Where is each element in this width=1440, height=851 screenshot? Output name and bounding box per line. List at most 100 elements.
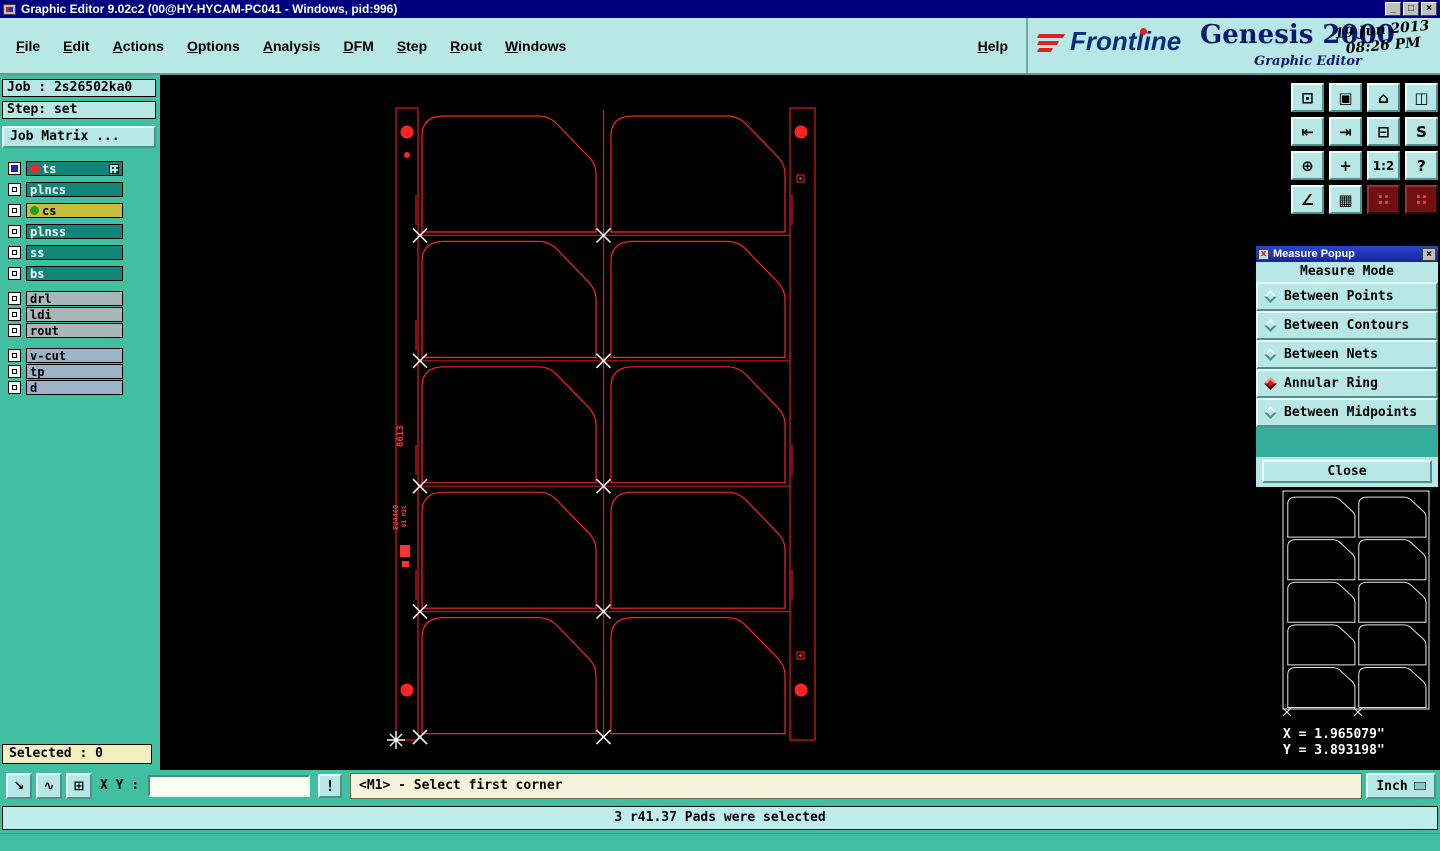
zoom-button[interactable]: ⊕ xyxy=(1291,151,1324,180)
units-menu-icon xyxy=(1413,782,1426,790)
units-button[interactable]: Inch xyxy=(1366,773,1436,799)
xy-label: X Y : xyxy=(100,778,140,793)
menu-analysis[interactable]: Analysis xyxy=(263,38,321,54)
layer-checkbox[interactable] xyxy=(8,204,21,217)
layer-row-drl[interactable]: drl xyxy=(8,291,160,306)
wave-tool-button[interactable]: ∿ xyxy=(36,773,62,799)
layer-checkbox[interactable] xyxy=(8,365,21,378)
menu-bar: File Edit Actions Options Analysis DFM S… xyxy=(0,18,1440,75)
zoom-ratio-button[interactable]: 1:2 xyxy=(1367,151,1400,180)
radio-diamond xyxy=(1264,290,1277,303)
layer-row-tp[interactable]: tp xyxy=(8,364,160,379)
bottom-strip xyxy=(0,833,1440,851)
popup-spacer xyxy=(1256,427,1438,457)
pan-right-button[interactable]: ⇥ xyxy=(1329,117,1362,146)
maximize-button[interactable]: □ xyxy=(1403,2,1419,16)
layer-row-ss[interactable]: ss xyxy=(8,245,160,260)
measure-popup-close-button[interactable]: Close xyxy=(1262,460,1432,483)
menu-step[interactable]: Step xyxy=(397,38,427,54)
editor-canvas[interactable]: 8613 EU4460 DI MIC xyxy=(160,75,1285,770)
layer-checkbox[interactable] xyxy=(8,308,21,321)
menu-rout[interactable]: Rout xyxy=(450,38,482,54)
measure-tool-button[interactable]: ∠ xyxy=(1291,185,1324,214)
help-tool-button[interactable]: ? xyxy=(1405,151,1438,180)
snap-button[interactable]: S xyxy=(1405,117,1438,146)
radio-diamond xyxy=(1264,348,1277,361)
layer-checkbox[interactable] xyxy=(8,324,21,337)
menu-windows[interactable]: Windows xyxy=(505,38,566,54)
layer-name: drl xyxy=(30,291,52,306)
layer-checkbox[interactable] xyxy=(8,183,21,196)
minimize-button[interactable]: _ xyxy=(1385,2,1401,16)
menu-edit[interactable]: Edit xyxy=(63,38,89,54)
tile-windows-button[interactable]: ◫ xyxy=(1405,83,1438,112)
layer-row-plnss[interactable]: plnss xyxy=(8,224,160,239)
select-mode-button[interactable]: ∷ xyxy=(1405,185,1438,214)
job-name: Job : 2s26502ka0 xyxy=(2,79,156,97)
date-time: 19 Jun 2013 08:26 PM xyxy=(1334,18,1432,58)
xy-coordinate-input[interactable] xyxy=(148,775,310,797)
menu-options[interactable]: Options xyxy=(187,38,240,54)
option-between-midpoints[interactable]: Between Midpoints xyxy=(1256,398,1438,427)
units-label: Inch xyxy=(1376,778,1408,794)
alert-button[interactable]: ! xyxy=(318,774,342,798)
layer-row-bs[interactable]: bs xyxy=(8,266,160,281)
layer-name: ldi xyxy=(30,307,52,322)
menu-file[interactable]: File xyxy=(16,38,40,54)
clipboard-button[interactable]: ⊟ xyxy=(1367,117,1400,146)
pan-view-button[interactable]: + xyxy=(1329,151,1362,180)
layer-row-plncs[interactable]: plncs xyxy=(8,182,160,197)
radio-diamond xyxy=(1264,406,1277,419)
command-prompt: <M1> - Select first corner xyxy=(350,773,1362,799)
step-name: Step: set xyxy=(2,101,156,119)
option-between-contours[interactable]: Between Contours xyxy=(1256,311,1438,340)
overview-drawing xyxy=(1282,490,1430,717)
layer-name: rout xyxy=(30,323,59,338)
layer-checkbox[interactable] xyxy=(8,292,21,305)
close-button[interactable]: × xyxy=(1421,2,1437,16)
menu-dfm[interactable]: DFM xyxy=(343,38,373,54)
measure-popup-icon: x xyxy=(1258,248,1269,260)
layer-row-ldi[interactable]: ldi xyxy=(8,307,160,322)
layer-checkbox[interactable] xyxy=(8,225,21,238)
measure-popup-titlebar[interactable]: x Measure Popup × xyxy=(1256,246,1438,262)
layer-checkbox[interactable] xyxy=(8,381,21,394)
measure-mode-header: Measure Mode xyxy=(1300,264,1394,279)
layer-row-vcut[interactable]: v-cut xyxy=(8,348,160,363)
svg-text:EU4460: EU4460 xyxy=(392,505,400,530)
radio-diamond xyxy=(1264,319,1277,332)
layer-row-d[interactable]: d xyxy=(8,380,160,395)
screen-view-button[interactable]: ▣ xyxy=(1329,83,1362,112)
pan-left-button[interactable]: ⇤ xyxy=(1291,117,1324,146)
option-between-points[interactable]: Between Points xyxy=(1256,282,1438,311)
layer-checkbox[interactable] xyxy=(8,162,21,175)
measure-popup-title: Measure Popup xyxy=(1273,248,1355,260)
job-matrix-button[interactable]: Job Matrix ... xyxy=(2,126,156,148)
layer-row-ts[interactable]: ts xyxy=(8,161,160,176)
new-window-button[interactable]: ⊡ xyxy=(1291,83,1324,112)
grid-toggle-button[interactable]: ▦ xyxy=(1329,185,1362,214)
layer-checkbox[interactable] xyxy=(8,246,21,259)
panel-overview[interactable]: X = 1.965079" Y = 3.893198" xyxy=(1277,487,1440,769)
grid-snap-button[interactable]: ⊞ xyxy=(66,773,92,799)
layer-name: v-cut xyxy=(30,348,67,363)
option-between-nets[interactable]: Between Nets xyxy=(1256,340,1438,369)
layer-row-rout[interactable]: rout xyxy=(8,323,160,338)
menu-actions[interactable]: Actions xyxy=(113,38,164,54)
layer-name: bs xyxy=(30,266,45,281)
layer-context-button[interactable] xyxy=(109,163,119,174)
measure-popup-close-icon[interactable]: × xyxy=(1422,247,1436,261)
menu-help[interactable]: Help xyxy=(978,38,1008,54)
layer-checkbox[interactable] xyxy=(8,349,21,362)
layer-row-cs[interactable]: cs xyxy=(8,203,160,218)
layer-sidebar: Job : 2s26502ka0 Step: set Job Matrix ..… xyxy=(0,75,160,770)
grid-snap-icon: ⊞ xyxy=(73,778,85,794)
select-tool-button[interactable]: ↘ xyxy=(6,773,32,799)
layer-checkbox[interactable] xyxy=(8,267,21,280)
option-annular-ring[interactable]: Annular Ring xyxy=(1256,369,1438,398)
home-view-button[interactable]: ⌂ xyxy=(1367,83,1400,112)
layer-name: plnss xyxy=(30,224,67,239)
layer-list: ts plncs cs plnss ss bs drl ldi rout v-c… xyxy=(8,161,160,395)
highlight-mode-button[interactable]: ∷ xyxy=(1367,185,1400,214)
frontline-logo-icon xyxy=(1036,34,1066,55)
